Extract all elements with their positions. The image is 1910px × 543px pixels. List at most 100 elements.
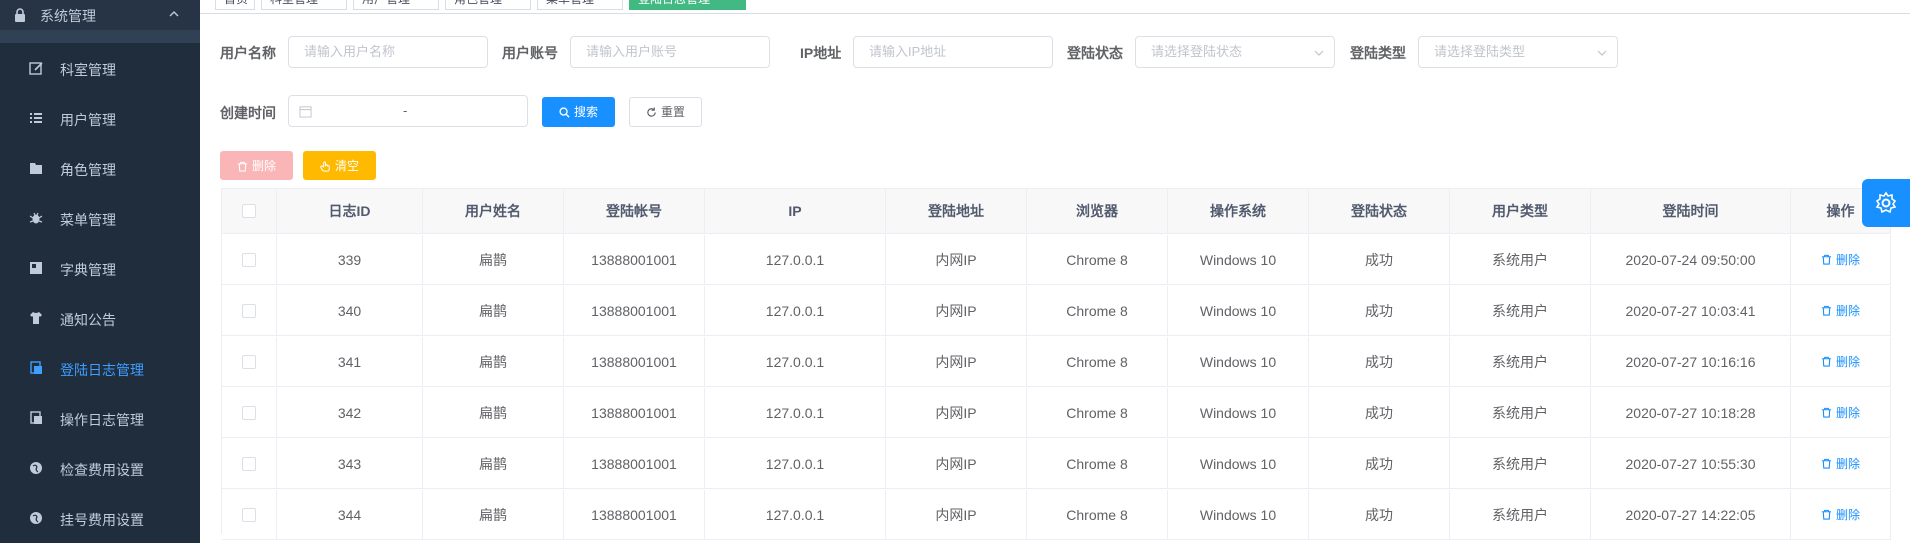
checkbox[interactable] <box>242 507 256 522</box>
sidebar-item-operation-log[interactable]: 操作日志管理 <box>0 393 200 443</box>
search-button[interactable]: 搜索 <box>542 97 615 127</box>
checkbox[interactable] <box>242 252 256 267</box>
row-delete-link[interactable]: 删除 <box>1821 353 1860 370</box>
sidebar-item-roles[interactable]: 角色管理 <box>0 143 200 193</box>
column-header: 登陆状态 <box>1309 189 1450 233</box>
column-header: 登陆地址 <box>886 189 1027 233</box>
table-cell: Windows 10 <box>1168 490 1309 539</box>
ip-input[interactable]: 请输入IP地址 <box>853 36 1053 68</box>
table-cell: Chrome 8 <box>1027 286 1168 335</box>
sidebar-item-label: 用户管理 <box>60 112 116 128</box>
status-select[interactable]: 请选择登陆状态 <box>1135 36 1335 68</box>
delete-button[interactable]: 删除 <box>220 151 293 180</box>
table-cell: 内网IP <box>886 490 1027 539</box>
table-cell: Chrome 8 <box>1027 439 1168 488</box>
tag-home[interactable]: 首页 <box>215 0 255 10</box>
tag-menus[interactable]: 菜单管理 <box>537 0 623 10</box>
date-range-picker[interactable]: - <box>288 95 528 127</box>
sidebar-item-registration-fee[interactable]: 挂号费用设置 <box>0 493 200 543</box>
username-input[interactable]: 请输入用户名称 <box>288 36 488 68</box>
trash-icon <box>1821 254 1832 265</box>
sidebar-item-label: 角色管理 <box>60 162 116 178</box>
table-cell: Windows 10 <box>1168 235 1309 284</box>
table-cell: 2020-07-27 10:18:28 <box>1591 388 1791 437</box>
type-select[interactable]: 请选择登陆类型 <box>1418 36 1618 68</box>
status-select-placeholder: 请选择登陆状态 <box>1151 44 1243 59</box>
trash-icon <box>1821 407 1832 418</box>
account-input[interactable]: 请输入用户账号 <box>570 36 770 68</box>
column-header: 用户姓名 <box>423 189 564 233</box>
refresh-icon <box>647 107 656 117</box>
row-delete-link[interactable]: 删除 <box>1821 506 1860 523</box>
tag-roles[interactable]: 角色管理 <box>445 0 531 10</box>
search-icon <box>559 107 570 118</box>
sidebar-item-menus[interactable]: 菜单管理 <box>0 193 200 243</box>
trash-icon <box>237 162 248 172</box>
actions-cell: 删除 <box>1791 439 1891 488</box>
settings-button[interactable] <box>1862 179 1910 227</box>
create-time-label: 创建时间 <box>220 105 276 121</box>
row-delete-label: 删除 <box>1835 406 1860 420</box>
row-select[interactable] <box>222 388 277 437</box>
row-select[interactable] <box>222 439 277 488</box>
reset-button-label: 重置 <box>660 105 685 119</box>
row-select[interactable] <box>222 490 277 539</box>
sidebar-group-system[interactable]: 系统管理 <box>0 0 200 30</box>
table-cell: Windows 10 <box>1168 286 1309 335</box>
row-delete-link[interactable]: 删除 <box>1821 251 1860 268</box>
row-select[interactable] <box>222 286 277 335</box>
edit-icon <box>29 62 43 75</box>
row-select[interactable] <box>222 337 277 386</box>
sidebar-item-dictionary[interactable]: 字典管理 <box>0 243 200 293</box>
table-cell: Chrome 8 <box>1027 388 1168 437</box>
sidebar: 系统管理 科室管理 用户管理 角色管理 菜单管理 字典管理 通知公告 登陆日志管… <box>0 0 200 543</box>
tag-users[interactable]: 用户管理 <box>353 0 439 10</box>
table-cell: 339 <box>277 235 423 284</box>
checkbox[interactable] <box>242 405 256 420</box>
table-cell: 内网IP <box>886 337 1027 386</box>
table-cell: 13888001001 <box>564 235 705 284</box>
checkbox[interactable] <box>242 354 256 369</box>
column-header: 用户类型 <box>1450 189 1591 233</box>
calendar-icon <box>299 106 312 118</box>
table-cell: 2020-07-27 14:22:05 <box>1591 490 1791 539</box>
table-cell: Chrome 8 <box>1027 490 1168 539</box>
sidebar-item-exam-fee[interactable]: 检查费用设置 <box>0 443 200 493</box>
row-delete-label: 删除 <box>1835 457 1860 471</box>
log-icon <box>30 411 42 424</box>
account-label: 用户账号 <box>502 45 558 61</box>
row-select[interactable] <box>222 235 277 284</box>
tag-department[interactable]: 科室管理 <box>261 0 347 10</box>
table-cell: 成功 <box>1309 490 1450 539</box>
table-cell: 扁鹊 <box>423 337 564 386</box>
sidebar-group-label: 系统管理 <box>40 8 96 24</box>
table-cell: 系统用户 <box>1450 388 1591 437</box>
column-header: 登陆帐号 <box>564 189 705 233</box>
sidebar-item-login-log[interactable]: 登陆日志管理 <box>0 343 200 393</box>
header-select-all[interactable] <box>222 189 277 233</box>
row-delete-link[interactable]: 删除 <box>1821 455 1860 472</box>
sidebar-item-label: 操作日志管理 <box>60 412 144 428</box>
type-select-placeholder: 请选择登陆类型 <box>1434 44 1526 59</box>
row-delete-link[interactable]: 删除 <box>1821 302 1860 319</box>
tag-login-log[interactable]: 登陆日志管理 <box>629 0 746 10</box>
reset-button[interactable]: 重置 <box>629 97 702 127</box>
table-cell: 127.0.0.1 <box>705 286 886 335</box>
table-cell: 341 <box>277 337 423 386</box>
chevron-down-icon <box>1314 50 1324 56</box>
lock-icon <box>15 8 25 22</box>
sidebar-item-department[interactable]: 科室管理 <box>0 43 200 93</box>
sidebar-item-users[interactable]: 用户管理 <box>0 93 200 143</box>
table-header: 日志ID 用户姓名 登陆帐号 IP 登陆地址 浏览器 操作系统 登陆状态 用户类… <box>222 189 1891 234</box>
globe-icon <box>30 512 42 524</box>
sidebar-item-label: 字典管理 <box>60 262 116 278</box>
bug-icon <box>29 212 43 224</box>
checkbox[interactable] <box>242 456 256 471</box>
sidebar-item-notices[interactable]: 通知公告 <box>0 293 200 343</box>
log-icon <box>30 361 42 374</box>
clear-button[interactable]: 清空 <box>303 151 376 180</box>
checkbox[interactable] <box>242 303 256 318</box>
row-delete-link[interactable]: 删除 <box>1821 404 1860 421</box>
checkbox[interactable] <box>242 204 256 218</box>
list-icon <box>30 113 42 123</box>
